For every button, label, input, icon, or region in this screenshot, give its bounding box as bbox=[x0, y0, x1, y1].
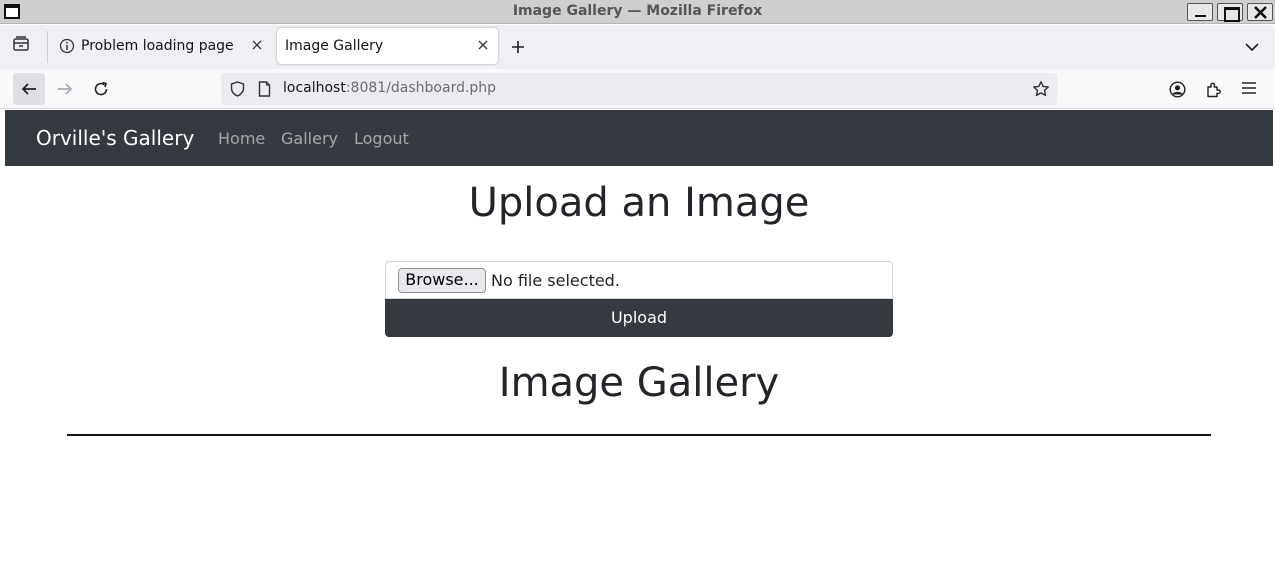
chevron-down-icon[interactable] bbox=[1245, 42, 1259, 52]
tab-strip: Problem loading page Image Gallery bbox=[0, 25, 1275, 69]
upload-button[interactable]: Upload bbox=[385, 299, 893, 337]
close-window-button[interactable] bbox=[1247, 3, 1273, 21]
browse-button[interactable]: Browse... bbox=[398, 268, 486, 293]
tab-close-icon[interactable] bbox=[252, 40, 262, 50]
close-icon bbox=[1254, 6, 1267, 19]
browser-toolbar: localhost:8081/dashboard.php bbox=[0, 69, 1275, 109]
bookmark-star-icon[interactable] bbox=[1032, 80, 1050, 98]
nav-link-gallery[interactable]: Gallery bbox=[281, 129, 338, 148]
page-content: Orville's Gallery Home Gallery Logout Up… bbox=[5, 110, 1273, 582]
url-host: localhost bbox=[283, 80, 346, 96]
back-arrow-icon bbox=[21, 83, 36, 95]
minimize-button[interactable] bbox=[1187, 3, 1213, 21]
tab-close-icon[interactable] bbox=[478, 40, 488, 50]
nav-link-logout[interactable]: Logout bbox=[354, 129, 409, 148]
file-status: No file selected. bbox=[491, 271, 620, 290]
url-path: :8081/dashboard.php bbox=[345, 80, 497, 96]
tab-separator bbox=[47, 31, 48, 63]
firefox-view-icon bbox=[13, 36, 29, 51]
forward-button[interactable] bbox=[49, 73, 81, 105]
url-bar[interactable]: localhost:8081/dashboard.php bbox=[221, 73, 1057, 105]
new-tab-icon[interactable] bbox=[510, 39, 526, 55]
reload-button[interactable] bbox=[85, 73, 117, 105]
file-input[interactable]: Browse... No file selected. bbox=[385, 261, 893, 299]
url-text[interactable]: localhost:8081/dashboard.php bbox=[283, 80, 496, 96]
page-icon[interactable] bbox=[258, 81, 271, 97]
hamburger-menu-icon[interactable] bbox=[1241, 81, 1257, 95]
nav-link-home[interactable]: Home bbox=[218, 129, 265, 148]
extensions-icon[interactable] bbox=[1205, 81, 1222, 98]
upload-heading: Upload an Image bbox=[468, 180, 810, 226]
firefox-view-button[interactable] bbox=[12, 35, 38, 59]
window-titlebar: Image Gallery — Mozilla Firefox bbox=[0, 0, 1275, 24]
gallery-divider bbox=[67, 434, 1211, 436]
site-navbar: Orville's Gallery Home Gallery Logout bbox=[5, 110, 1273, 166]
tab-image-gallery[interactable]: Image Gallery bbox=[277, 28, 498, 64]
tab-label: Image Gallery bbox=[285, 38, 384, 54]
shield-icon[interactable] bbox=[230, 81, 245, 97]
back-button[interactable] bbox=[13, 73, 45, 105]
tab-label: Problem loading page bbox=[81, 38, 234, 54]
reload-icon bbox=[94, 81, 108, 96]
maximize-button[interactable] bbox=[1217, 3, 1243, 22]
gallery-heading: Image Gallery bbox=[498, 360, 780, 406]
forward-arrow-icon bbox=[58, 83, 73, 95]
info-icon bbox=[59, 38, 75, 54]
site-brand[interactable]: Orville's Gallery bbox=[36, 126, 194, 150]
tab-problem-loading[interactable]: Problem loading page bbox=[50, 28, 272, 64]
window-title: Image Gallery — Mozilla Firefox bbox=[512, 3, 763, 19]
account-icon[interactable] bbox=[1169, 81, 1186, 98]
